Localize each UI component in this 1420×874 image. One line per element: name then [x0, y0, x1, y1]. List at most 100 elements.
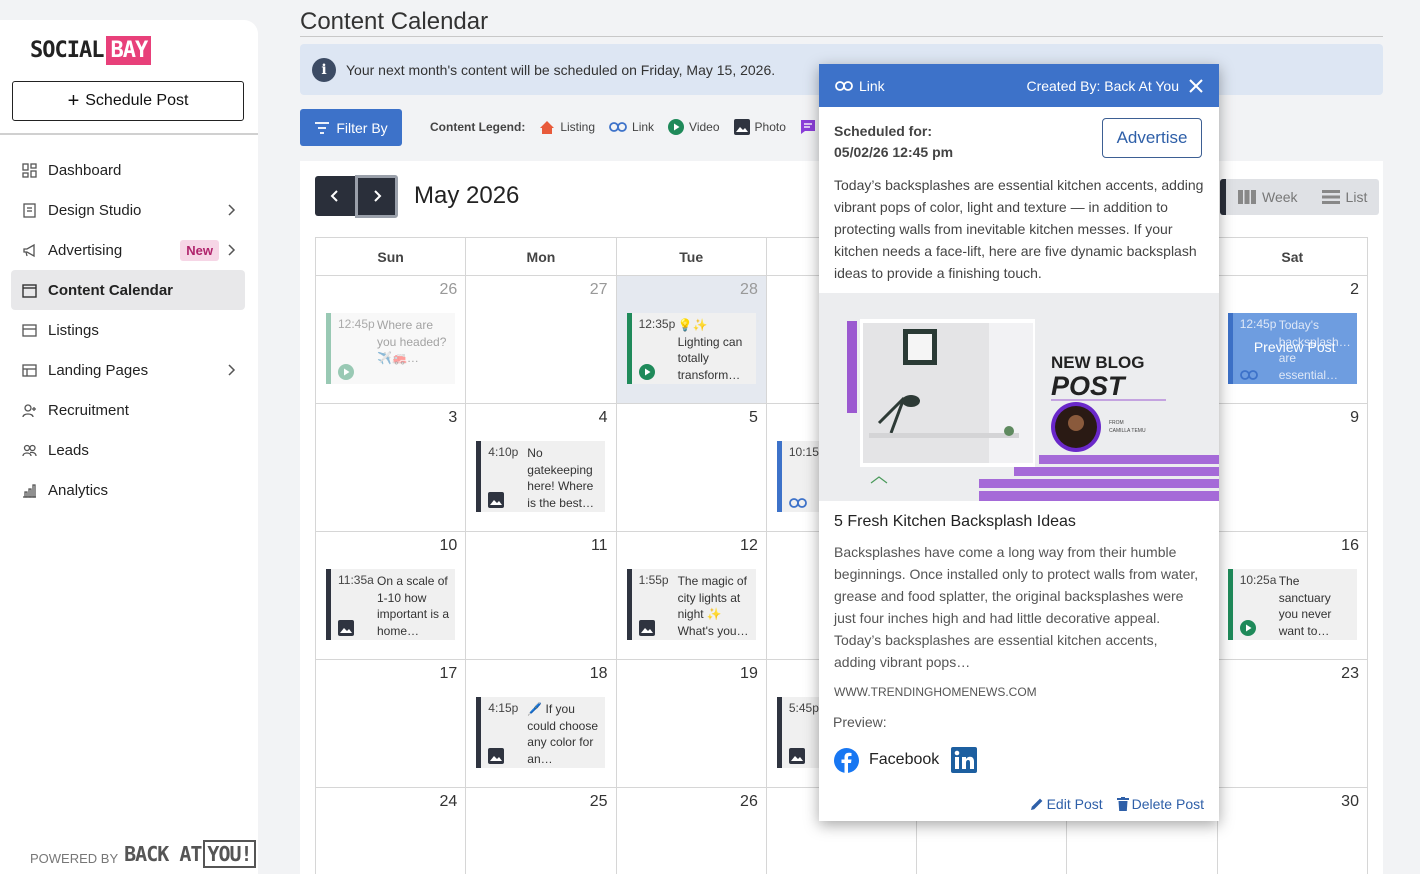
post-actions: Edit Post Delete Post: [1030, 796, 1204, 812]
filter-icon: [315, 121, 330, 134]
pencil-icon: [1030, 798, 1042, 810]
blog-excerpt: Backsplashes have come a long way from t…: [834, 544, 1199, 670]
trash-icon: [1116, 797, 1129, 811]
scheduled-post[interactable]: 1:55p The magic of city lights at night …: [626, 569, 756, 640]
advertise-button[interactable]: Advertise: [1102, 118, 1202, 158]
preview-post-overlay[interactable]: Preview Post: [1233, 339, 1357, 355]
play-circle-icon: [668, 119, 685, 135]
chevron-left-icon: [330, 190, 338, 202]
blog-author: CAMILLA TEMU: [1109, 428, 1146, 434]
schedule-post-button[interactable]: + Schedule Post: [12, 81, 244, 121]
filter-by-button[interactable]: Filter By: [300, 109, 402, 146]
day-cell[interactable]: 4 4:10p No gatekeeping here! Where is th…: [466, 404, 617, 532]
preview-label: Preview:: [833, 714, 887, 730]
month-nav: [315, 174, 398, 218]
week-view-button[interactable]: Week: [1226, 179, 1310, 215]
weekday-sat: Sat: [1217, 238, 1368, 276]
day-cell[interactable]: 23: [1217, 660, 1368, 788]
day-cell[interactable]: 18 4:15p 🖊️ If you could choose any colo…: [466, 660, 617, 788]
day-cell[interactable]: 17: [316, 660, 467, 788]
message-icon: [800, 120, 815, 134]
bar-chart-icon: [21, 482, 37, 498]
blog-post-image[interactable]: NEW BLOG POST FROM CAMILLA TEMU: [819, 293, 1219, 501]
edit-post-button[interactable]: Edit Post: [1030, 796, 1103, 812]
sidebar-item-content-calendar[interactable]: Content Calendar: [11, 270, 245, 310]
design-studio-icon: [21, 202, 37, 218]
scheduled-post[interactable]: 10:25a The sanctuary you never want to…: [1227, 569, 1357, 640]
play-circle-icon: [638, 364, 655, 380]
sidebar-item-analytics[interactable]: Analytics: [11, 470, 245, 510]
day-cell[interactable]: 24: [316, 788, 467, 874]
link-icon: [788, 498, 807, 508]
day-cell[interactable]: 30: [1218, 788, 1368, 874]
day-cell[interactable]: 26: [617, 788, 767, 874]
day-cell[interactable]: 16 10:25a The sanctuary you never want t…: [1217, 532, 1368, 660]
view-toggle: Week List: [1220, 179, 1380, 215]
calendar-icon: [21, 282, 37, 298]
blog-url[interactable]: WWW.TRENDINGHOMENEWS.COM: [834, 685, 1037, 699]
sidebar-item-landing-pages[interactable]: Landing Pages: [11, 350, 245, 390]
day-cell[interactable]: 25: [466, 788, 617, 874]
prev-month-button[interactable]: [315, 176, 355, 216]
day-cell[interactable]: 5: [616, 404, 767, 532]
legend-link: Link: [609, 120, 654, 134]
list-view-button[interactable]: List: [1310, 179, 1380, 215]
scheduled-post[interactable]: 4:10p No gatekeeping here! Where is the …: [476, 441, 606, 512]
next-month-button[interactable]: [355, 174, 398, 218]
day-cell[interactable]: 28 12:35p 💡✨ Lighting can totally transf…: [616, 276, 767, 404]
link-icon: [1239, 370, 1258, 380]
add-person-icon: [21, 402, 37, 418]
day-cell[interactable]: 9: [1217, 404, 1368, 532]
delete-post-button[interactable]: Delete Post: [1116, 796, 1204, 812]
selected-post[interactable]: 12:45p Today's backsplash… are essential…: [1227, 313, 1357, 384]
weekday-mon: Mon: [466, 238, 617, 276]
dashboard-icon: [21, 162, 37, 178]
scheduled-post[interactable]: 12:35p 💡✨ Lighting can totally transform…: [626, 313, 756, 384]
weekday-tue: Tue: [616, 238, 767, 276]
day-cell[interactable]: 26 12:45p Where are you headed? ✈️🚒…: [316, 276, 467, 404]
created-by: Created By: Back At You: [1026, 77, 1179, 94]
sidebar-item-design-studio[interactable]: Design Studio: [11, 190, 245, 230]
day-cell[interactable]: 11: [466, 532, 617, 660]
sidebar-item-listings[interactable]: Listings: [11, 310, 245, 350]
linkedin-icon[interactable]: [951, 747, 978, 773]
sidebar-item-dashboard[interactable]: Dashboard: [11, 150, 245, 190]
close-icon[interactable]: [1189, 78, 1203, 93]
page-title: Content Calendar: [300, 8, 489, 35]
chevron-right-icon: [228, 204, 236, 216]
link-icon: [835, 80, 853, 91]
scheduled-post[interactable]: 12:45p Where are you headed? ✈️🚒…: [326, 313, 455, 384]
week-grid-icon: [1238, 190, 1256, 204]
day-cell[interactable]: 19: [616, 660, 767, 788]
sidebar-item-advertising[interactable]: Advertising New: [11, 230, 245, 270]
day-cell[interactable]: 2 12:45p Today's backsplash… are essenti…: [1217, 276, 1368, 404]
sidebar: SOCIAL BAY + Schedule Post Dashboard Des…: [0, 20, 258, 874]
day-cell[interactable]: 10 11:35a On a scale of 1-10 how importa…: [316, 532, 467, 660]
social-bay-logo[interactable]: SOCIAL BAY: [30, 36, 152, 65]
day-cell[interactable]: 27: [466, 276, 617, 404]
facebook-icon[interactable]: [834, 747, 859, 773]
post-type: Link: [835, 78, 885, 94]
post-preview-popup: Link Created By: Back At You Scheduled f…: [819, 64, 1219, 821]
blog-graphic: NEW BLOG POST FROM CAMILLA TEMU: [819, 293, 1219, 501]
month-title: May 2026: [414, 182, 520, 209]
sidebar-item-recruitment[interactable]: Recruitment: [11, 390, 245, 430]
sidebar-nav: Dashboard Design Studio Advertising New …: [11, 150, 245, 510]
play-circle-icon: [338, 364, 354, 380]
info-icon: i: [312, 57, 336, 82]
photo-icon: [488, 492, 505, 508]
scheduled-post[interactable]: 11:35a On a scale of 1-10 how important …: [326, 569, 455, 640]
blog-from: FROM: [1109, 420, 1124, 426]
facebook-label[interactable]: Facebook: [869, 751, 939, 769]
photo-icon: [788, 748, 805, 764]
play-circle-icon: [1239, 620, 1256, 636]
day-cell[interactable]: 12 1:55p The magic of city lights at nig…: [616, 532, 767, 660]
chevron-right-icon: [228, 364, 236, 376]
scheduled-post[interactable]: 4:15p 🖊️ If you could choose any color f…: [476, 697, 606, 768]
day-cell[interactable]: 3: [316, 404, 467, 532]
sidebar-item-leads[interactable]: Leads: [11, 430, 245, 470]
title-divider: [300, 36, 1383, 37]
link-icon: [609, 122, 627, 132]
powered-by-footer: POWERED BY BACK AT YOU!: [30, 840, 256, 868]
house-icon: [540, 120, 555, 134]
